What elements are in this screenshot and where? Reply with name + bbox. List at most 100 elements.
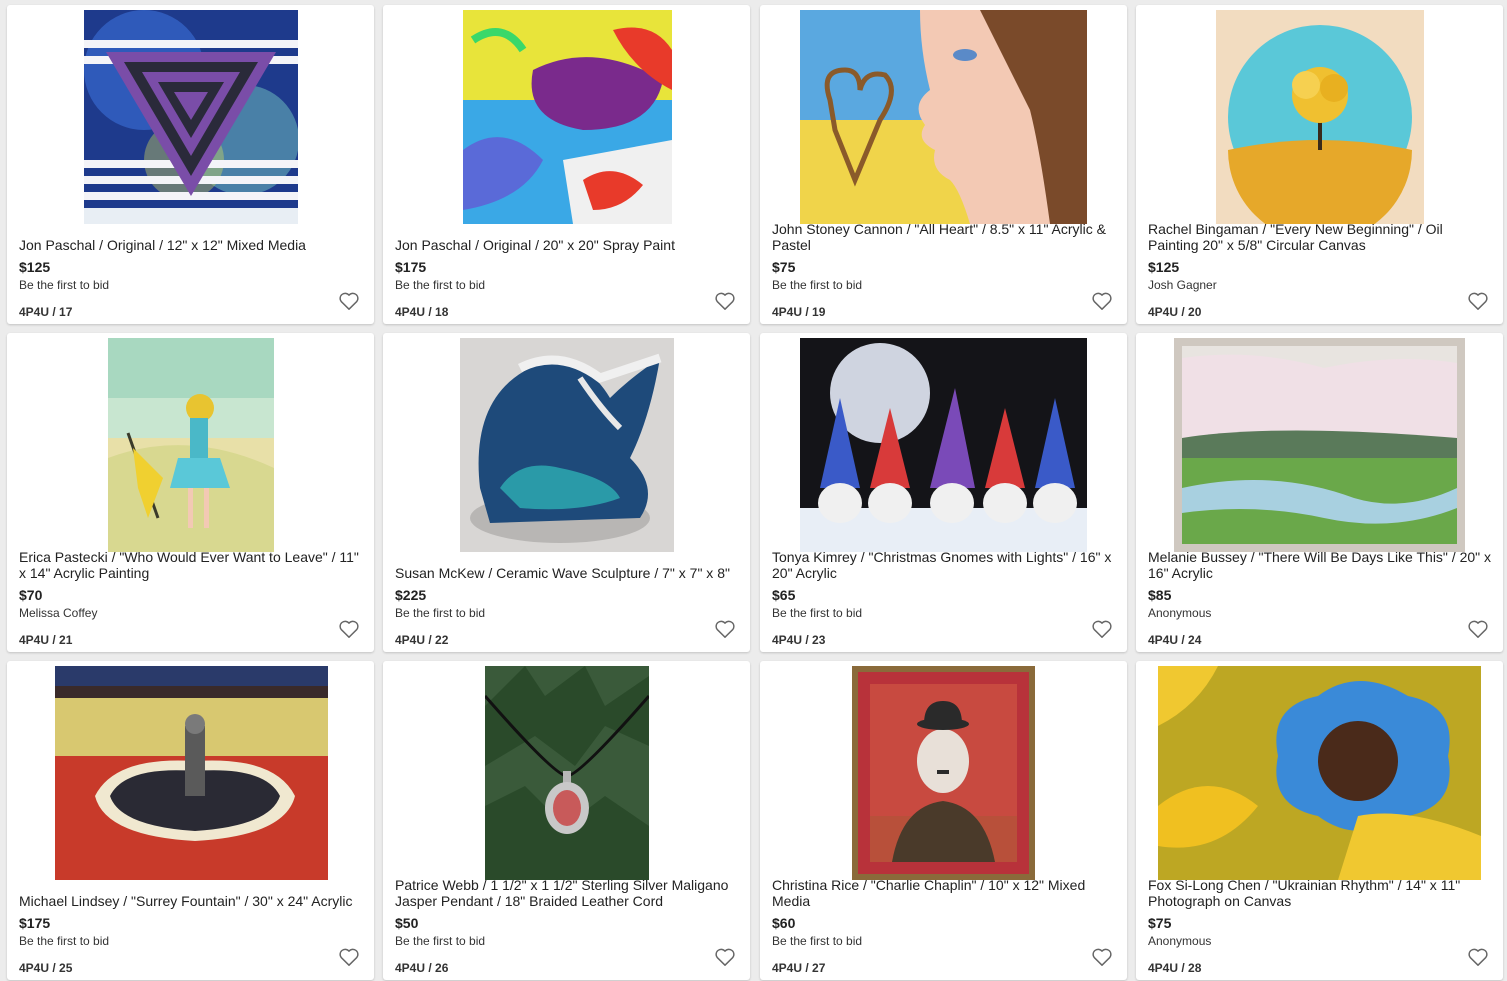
lot-card[interactable]: Patrice Webb / 1 1/2" x 1 1/2" Sterling … <box>383 661 750 980</box>
heart-outline-icon[interactable] <box>714 291 736 311</box>
lot-info: Christina Rice / "Charlie Chaplin" / 10"… <box>772 875 1115 975</box>
lot-image[interactable] <box>383 338 750 552</box>
heart-outline-icon[interactable] <box>1091 291 1113 311</box>
lot-image[interactable] <box>1136 338 1503 552</box>
heart-outline-icon[interactable] <box>714 947 736 967</box>
lot-price: $85 <box>1148 587 1172 603</box>
girl-profile-heart-artwork <box>800 10 1087 224</box>
lot-image[interactable] <box>7 10 374 224</box>
spray-paint-abstract-artwork <box>463 10 672 224</box>
lot-card[interactable]: Jon Paschal / Original / 12" x 12" Mixed… <box>7 5 374 324</box>
lot-title[interactable]: Fox Si-Long Chen / "Ukrainian Rhythm" / … <box>1148 877 1491 909</box>
lot-number: 4P4U / 26 <box>395 961 449 975</box>
lot-title[interactable]: John Stoney Cannon / "All Heart" / 8.5" … <box>772 221 1115 253</box>
lot-image[interactable] <box>1136 10 1503 224</box>
bid-status: Be the first to bid <box>772 278 863 292</box>
fountain-plaza-artwork <box>55 666 328 880</box>
bid-status: Anonymous <box>1148 606 1212 620</box>
lot-image[interactable] <box>760 338 1127 552</box>
auction-lot-grid: Jon Paschal / Original / 12" x 12" Mixed… <box>0 0 1507 981</box>
lot-card[interactable]: Jon Paschal / Original / 20" x 20" Spray… <box>383 5 750 324</box>
bid-status: Josh Gagner <box>1148 278 1217 292</box>
lot-info: Erica Pastecki / "Who Would Ever Want to… <box>19 547 362 647</box>
heart-outline-icon[interactable] <box>1091 947 1113 967</box>
heart-outline-icon[interactable] <box>338 619 360 639</box>
lot-info: Fox Si-Long Chen / "Ukrainian Rhythm" / … <box>1148 875 1491 975</box>
lot-card[interactable]: Susan McKew / Ceramic Wave Sculpture / 7… <box>383 333 750 652</box>
lot-number: 4P4U / 19 <box>772 305 826 319</box>
charlie-chaplin-portrait <box>852 666 1035 880</box>
bid-status: Be the first to bid <box>19 934 110 948</box>
lot-image[interactable] <box>7 666 374 880</box>
lot-title[interactable]: Rachel Bingaman / "Every New Beginning" … <box>1148 221 1491 253</box>
lot-info: Jon Paschal / Original / 12" x 12" Mixed… <box>19 219 362 319</box>
lot-title[interactable]: Melanie Bussey / "There Will Be Days Lik… <box>1148 549 1491 581</box>
lot-number: 4P4U / 17 <box>19 305 73 319</box>
heart-outline-icon[interactable] <box>1467 291 1489 311</box>
ceramic-wave-sculpture <box>460 338 674 552</box>
heart-outline-icon[interactable] <box>714 619 736 639</box>
lot-image[interactable] <box>7 338 374 552</box>
lot-price: $175 <box>19 915 51 931</box>
christmas-gnomes-artwork <box>800 338 1087 552</box>
lot-price: $75 <box>1148 915 1172 931</box>
bid-status: Be the first to bid <box>395 934 486 948</box>
lot-number: 4P4U / 21 <box>19 633 73 647</box>
heart-outline-icon[interactable] <box>1467 947 1489 967</box>
lot-info: John Stoney Cannon / "All Heart" / 8.5" … <box>772 219 1115 319</box>
sunflower-photograph <box>1158 666 1481 880</box>
lot-price: $125 <box>1148 259 1180 275</box>
lot-image[interactable] <box>760 666 1127 880</box>
lot-number: 4P4U / 22 <box>395 633 449 647</box>
lot-number: 4P4U / 25 <box>19 961 73 975</box>
lot-card[interactable]: Erica Pastecki / "Who Would Ever Want to… <box>7 333 374 652</box>
heart-outline-icon[interactable] <box>1091 619 1113 639</box>
golden-tree-circle-artwork <box>1216 10 1424 224</box>
lot-number: 4P4U / 28 <box>1148 961 1202 975</box>
lot-card[interactable]: John Stoney Cannon / "All Heart" / 8.5" … <box>760 5 1127 324</box>
lot-price: $50 <box>395 915 419 931</box>
lot-price: $65 <box>772 587 796 603</box>
bid-status: Be the first to bid <box>772 934 863 948</box>
lot-card[interactable]: Melanie Bussey / "There Will Be Days Lik… <box>1136 333 1503 652</box>
lot-title[interactable]: Susan McKew / Ceramic Wave Sculpture / 7… <box>395 565 738 581</box>
jasper-pendant-photo <box>485 666 649 880</box>
heart-outline-icon[interactable] <box>1467 619 1489 639</box>
lot-image[interactable] <box>383 666 750 880</box>
lot-title[interactable]: Jon Paschal / Original / 20" x 20" Spray… <box>395 237 738 253</box>
lot-price: $225 <box>395 587 427 603</box>
lot-title[interactable]: Jon Paschal / Original / 12" x 12" Mixed… <box>19 237 362 253</box>
lot-price: $60 <box>772 915 796 931</box>
lot-card[interactable]: Tonya Kimrey / "Christmas Gnomes with Li… <box>760 333 1127 652</box>
marsh-landscape-artwork <box>1174 338 1465 552</box>
lot-price: $175 <box>395 259 427 275</box>
lot-price: $75 <box>772 259 796 275</box>
lot-number: 4P4U / 20 <box>1148 305 1202 319</box>
lot-info: Rachel Bingaman / "Every New Beginning" … <box>1148 219 1491 319</box>
lot-title[interactable]: Michael Lindsey / "Surrey Fountain" / 30… <box>19 893 362 909</box>
lot-card[interactable]: Christina Rice / "Charlie Chaplin" / 10"… <box>760 661 1127 980</box>
lot-info: Melanie Bussey / "There Will Be Days Lik… <box>1148 547 1491 647</box>
woman-umbrella-artwork <box>108 338 274 552</box>
lot-card[interactable]: Michael Lindsey / "Surrey Fountain" / 30… <box>7 661 374 980</box>
lot-image[interactable] <box>760 10 1127 224</box>
lot-card[interactable]: Fox Si-Long Chen / "Ukrainian Rhythm" / … <box>1136 661 1503 980</box>
lot-number: 4P4U / 18 <box>395 305 449 319</box>
lot-info: Jon Paschal / Original / 20" x 20" Spray… <box>395 219 738 319</box>
lot-title[interactable]: Tonya Kimrey / "Christmas Gnomes with Li… <box>772 549 1115 581</box>
heart-outline-icon[interactable] <box>338 947 360 967</box>
lot-image[interactable] <box>383 10 750 224</box>
bid-status: Be the first to bid <box>395 278 486 292</box>
lot-price: $70 <box>19 587 43 603</box>
lot-card[interactable]: Rachel Bingaman / "Every New Beginning" … <box>1136 5 1503 324</box>
lot-image[interactable] <box>1136 666 1503 880</box>
heart-outline-icon[interactable] <box>338 291 360 311</box>
lot-title[interactable]: Christina Rice / "Charlie Chaplin" / 10"… <box>772 877 1115 909</box>
bid-status: Anonymous <box>1148 934 1212 948</box>
bid-status: Melissa Coffey <box>19 606 98 620</box>
lot-price: $125 <box>19 259 51 275</box>
lot-title[interactable]: Patrice Webb / 1 1/2" x 1 1/2" Sterling … <box>395 877 738 909</box>
lot-title[interactable]: Erica Pastecki / "Who Would Ever Want to… <box>19 549 362 581</box>
lot-info: Susan McKew / Ceramic Wave Sculpture / 7… <box>395 547 738 647</box>
lot-number: 4P4U / 27 <box>772 961 826 975</box>
